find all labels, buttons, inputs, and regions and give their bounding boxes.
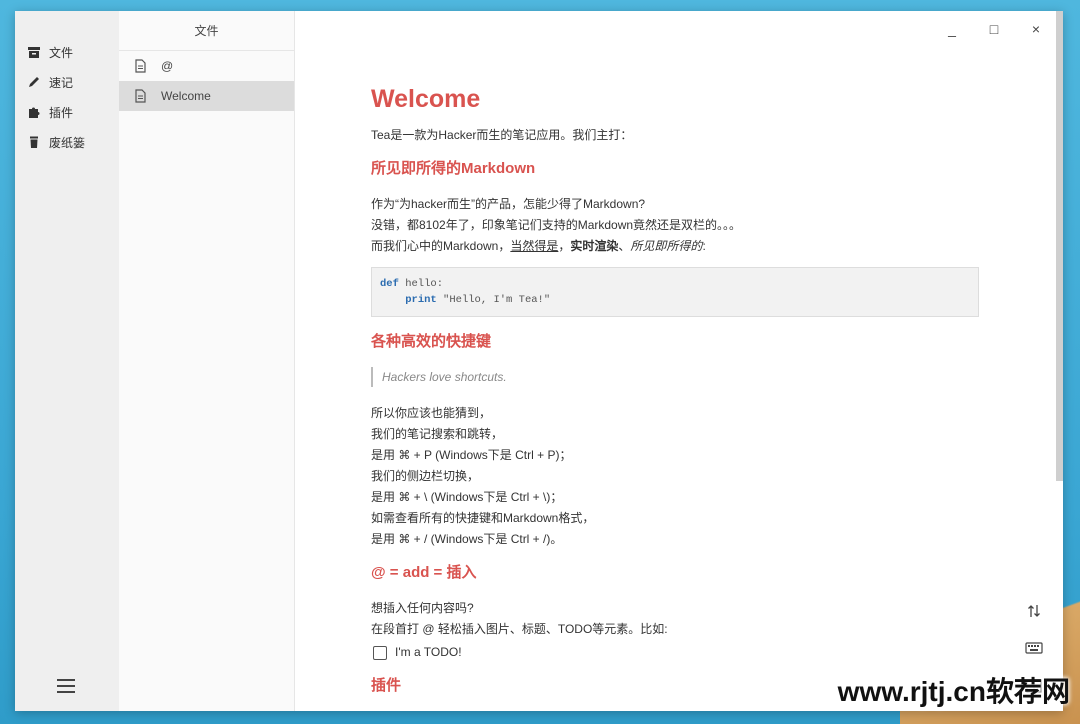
- paragraph-line: 所以你应该也能猜到，: [371, 406, 492, 420]
- todo-checkbox[interactable]: [373, 645, 387, 660]
- doc-intro: Tea是一款为Hacker而生的笔记应用。我们主打：: [371, 128, 633, 142]
- code-text: hello:: [398, 278, 444, 290]
- minimize-button[interactable]: _: [945, 21, 959, 41]
- document-content[interactable]: Welcome Tea是一款为Hacker而生的笔记应用。我们主打： 所见即所得…: [371, 83, 979, 711]
- text-span: 、: [618, 239, 631, 253]
- file-item-active[interactable]: Welcome: [119, 81, 294, 111]
- heading-shortcuts: 各种高效的快捷键: [371, 333, 492, 350]
- watermark-text: www.rjtj.cn软荐网: [837, 676, 1070, 707]
- hamburger-icon[interactable]: [57, 679, 75, 693]
- paragraph-line: 作为“为hacker而生”的产品，怎能少得了Markdown?: [371, 197, 646, 211]
- document-icon: [135, 89, 146, 103]
- paragraph-line: 是用 ⌘ + \ (Windows下是 Ctrl + \)；: [371, 490, 563, 504]
- nav-item-label: 速记: [49, 75, 74, 90]
- editor-pane[interactable]: _ □ × Welcome Tea是一款为Hacker而生的笔记应用。我们主打：…: [295, 11, 1063, 711]
- text-span: ，: [558, 239, 571, 253]
- underline-text: 当然得是: [510, 239, 559, 253]
- paragraph-line: 我们的侧边栏切换，: [371, 469, 480, 483]
- window-controls: _ □ ×: [945, 21, 1043, 41]
- nav-item-label: 废纸篓: [49, 135, 86, 150]
- paragraph-line: 如需查看所有的快捷键和Markdown格式，: [371, 511, 595, 525]
- pencil-icon: [29, 77, 39, 87]
- nav-sidebar: 文件 速记 插件 废纸篓: [15, 11, 119, 711]
- nav-item-label: 文件: [49, 45, 74, 60]
- text-span: :: [702, 239, 706, 253]
- file-list-panel: 文件 @ Welcome: [119, 11, 295, 711]
- trash-icon: [30, 136, 38, 148]
- paragraph-line: 而我们心中的Markdown，当然得是，实时渲染、所见即所得的:: [371, 236, 979, 257]
- archive-icon: [28, 47, 40, 58]
- paragraph-line: 没错，都8102年了，印象笔记们支持的Markdown竟然还是双栏的。。。: [371, 218, 742, 232]
- nav-item-trash[interactable]: 废纸篓: [15, 127, 119, 157]
- paragraph-line: 在段首打 @ 轻松插入图片、标题、TODO等元素。比如:: [371, 622, 668, 636]
- todo-label: I'm a TODO!: [395, 645, 462, 659]
- heading-add: @ = add = 插入: [371, 564, 477, 581]
- file-name: Welcome: [161, 89, 211, 103]
- sort-icon[interactable]: [1023, 603, 1045, 625]
- code-text: "Hello, I'm Tea!": [436, 294, 551, 306]
- paragraph-line: 我们的笔记搜索和跳转，: [371, 427, 504, 441]
- text-span: 而我们心中的Markdown，: [371, 239, 511, 253]
- file-list-header: 文件: [119, 11, 294, 51]
- document-icon: [135, 59, 146, 73]
- editor-scrollbar[interactable]: [1056, 11, 1063, 481]
- maximize-button[interactable]: □: [987, 21, 1001, 41]
- file-item[interactable]: @: [119, 51, 294, 81]
- heading-markdown: 所见即所得的Markdown: [371, 160, 536, 177]
- blockquote: Hackers love shortcuts.: [371, 367, 979, 387]
- code-keyword: def: [380, 278, 399, 290]
- bold-text: 实时渲染: [570, 239, 619, 253]
- nav-item-plugins[interactable]: 插件: [15, 97, 119, 127]
- nav-item-label: 插件: [49, 105, 74, 120]
- paragraph-line: 是用 ⌘ + / (Windows下是 Ctrl + /)。: [371, 532, 563, 546]
- italic-text: 所见即所得的: [630, 239, 703, 253]
- paragraph-line: 想插入任何内容吗?: [371, 601, 474, 615]
- code-block: def hello: print "Hello, I'm Tea!": [371, 267, 979, 317]
- nav-item-files[interactable]: 文件: [15, 37, 119, 67]
- file-name: @: [161, 59, 174, 73]
- keyboard-icon[interactable]: [1023, 641, 1045, 663]
- todo-item[interactable]: I'm a TODO!: [371, 642, 979, 663]
- doc-title: Welcome: [371, 85, 481, 113]
- app-window: 文件 速记 插件 废纸篓 文件 @ Welcome _ □ × Welcome …: [15, 11, 1063, 711]
- code-keyword: print: [405, 294, 437, 306]
- paragraph-line: 是用 ⌘ + P (Windows下是 Ctrl + P)；: [371, 448, 572, 462]
- close-button[interactable]: ×: [1029, 21, 1043, 41]
- puzzle-icon: [29, 107, 40, 118]
- nav-item-quicknote[interactable]: 速记: [15, 67, 119, 97]
